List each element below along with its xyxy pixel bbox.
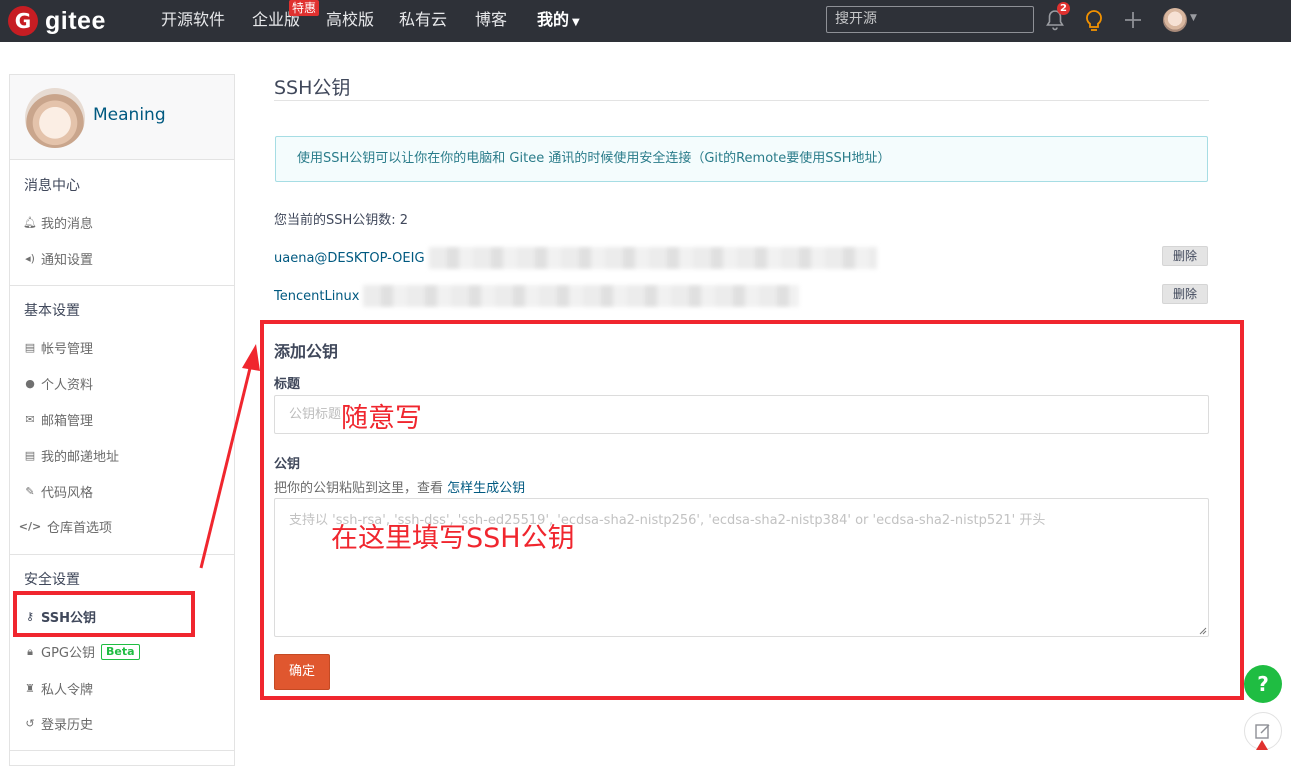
envelope-icon: ✉	[25, 413, 35, 426]
sidebar-item-tokens[interactable]: ♜ 私人令牌	[24, 679, 93, 698]
sidebar-item-account[interactable]: ▤ 帐号管理	[24, 338, 93, 357]
user-avatar[interactable]	[1163, 8, 1187, 32]
info-alert: 使用SSH公钥可以让你在你的电脑和 Gitee 通讯的时候使用安全连接（Git的…	[275, 136, 1208, 182]
edit-icon	[1255, 724, 1270, 739]
divider	[10, 750, 234, 751]
gitee-logo[interactable]: G gitee	[8, 5, 106, 37]
sidebar-item-address[interactable]: ▤ 我的邮递地址	[24, 446, 119, 465]
sidebar-item-my-messages[interactable]: 🔔︎ 我的消息	[23, 213, 94, 232]
sidebar-item-label: 代码风格	[41, 486, 94, 501]
redacted-fingerprint	[363, 285, 800, 307]
nav-mine[interactable]: 我的 ▼	[537, 0, 580, 42]
token-icon: ♜	[25, 682, 35, 695]
sidebar-item-label: 我的邮递地址	[41, 450, 120, 465]
highlight-box-ssh-nav	[13, 591, 195, 637]
nav-open-source[interactable]: 开源软件	[161, 0, 225, 42]
avatar-chevron-down-icon[interactable]: ▼	[1190, 13, 1197, 23]
page-title: SSH公钥	[274, 77, 351, 99]
bell-icon: 🔔︎	[23, 216, 37, 229]
sidebar-item-label: 个人资料	[41, 378, 94, 393]
delete-key-button[interactable]: 删除	[1162, 284, 1208, 304]
highlight-box-add-key	[260, 320, 1244, 700]
sidebar-item-profile[interactable]: ● 个人资料	[24, 374, 93, 393]
logo-text: gitee	[45, 6, 106, 35]
plus-icon[interactable]	[1124, 11, 1142, 29]
sidebar-item-gpg-keys[interactable]: 🔒︎ GPG公钥 Beta	[24, 642, 140, 661]
ssh-key-count: 您当前的SSH公钥数: 2	[274, 213, 409, 228]
volume-icon: ◂)	[25, 252, 35, 265]
beta-badge: Beta	[101, 643, 140, 660]
nav-mine-label: 我的	[537, 10, 570, 29]
sidebar-item-repo-pref[interactable]: </> 仓库首选项	[18, 517, 113, 536]
group-message-center: 消息中心	[24, 178, 80, 194]
sidebar-item-label: 仓库首选项	[47, 521, 113, 536]
sidebar-item-label: 通知设置	[41, 253, 94, 268]
avatar[interactable]	[25, 88, 85, 148]
sidebar-user-name[interactable]: Meaning	[93, 105, 166, 125]
nav-private-cloud[interactable]: 私有云	[399, 0, 447, 42]
group-security-settings: 安全设置	[24, 572, 80, 588]
group-basic-settings: 基本设置	[24, 303, 80, 319]
address-card-icon: ▤	[24, 449, 36, 462]
ssh-key-name[interactable]: TencentLinux	[274, 289, 359, 304]
sidebar-item-label: 帐号管理	[41, 342, 94, 357]
sidebar-item-label: 邮箱管理	[41, 414, 94, 429]
id-card-icon: ▤	[24, 341, 36, 354]
ssh-key-row: uaena@DESKTOP-OEIG	[274, 247, 877, 269]
chevron-down-icon: ▼	[572, 17, 580, 28]
nav-university[interactable]: 高校版	[326, 0, 374, 42]
lightbulb-icon[interactable]	[1084, 9, 1104, 33]
annotation-title-note: 随意写	[341, 403, 422, 434]
delete-key-button[interactable]: 删除	[1162, 246, 1208, 266]
sidebar-item-notify-settings[interactable]: ◂) 通知设置	[24, 249, 93, 268]
sidebar-item-label: 我的消息	[41, 217, 94, 232]
ssh-key-row: TencentLinux	[274, 285, 800, 307]
redacted-fingerprint	[428, 247, 877, 269]
help-button[interactable]: ?	[1244, 665, 1282, 703]
sidebar-item-email[interactable]: ✉ 邮箱管理	[24, 410, 93, 429]
promo-badge: 特惠	[289, 0, 320, 16]
search-input[interactable]: 搜开源	[826, 6, 1034, 33]
gitee-logo-icon: G	[8, 6, 38, 36]
sidebar-item-code-style[interactable]: ✎ 代码风格	[24, 482, 93, 501]
sidebar-item-label: GPG公钥	[41, 646, 95, 661]
ssh-key-name[interactable]: uaena@DESKTOP-OEIG	[274, 251, 425, 266]
annotation-arrow-icon	[199, 344, 260, 569]
brush-icon: ✎	[25, 485, 35, 498]
sidebar-item-label: 登录历史	[41, 718, 94, 733]
annotation-key-note: 在这里填写SSH公钥	[331, 523, 575, 554]
caret-up-icon	[1256, 740, 1268, 750]
sidebar-user-card: Meaning	[10, 75, 234, 160]
lock-icon: 🔒︎	[27, 644, 33, 658]
title-divider	[274, 100, 1209, 101]
notification-badge: 2	[1057, 2, 1070, 15]
history-icon: ↺	[25, 717, 35, 730]
divider	[10, 285, 234, 286]
top-navbar: G gitee 开源软件 企业版 特惠 高校版 私有云 博客 我的 ▼ 搜开源 2…	[0, 0, 1291, 42]
nav-blog[interactable]: 博客	[475, 0, 507, 42]
sidebar-item-label: 私人令牌	[41, 683, 94, 698]
sidebar-item-login-history[interactable]: ↺ 登录历史	[24, 714, 93, 733]
user-icon: ●	[25, 377, 35, 390]
code-icon: </>	[18, 520, 42, 533]
